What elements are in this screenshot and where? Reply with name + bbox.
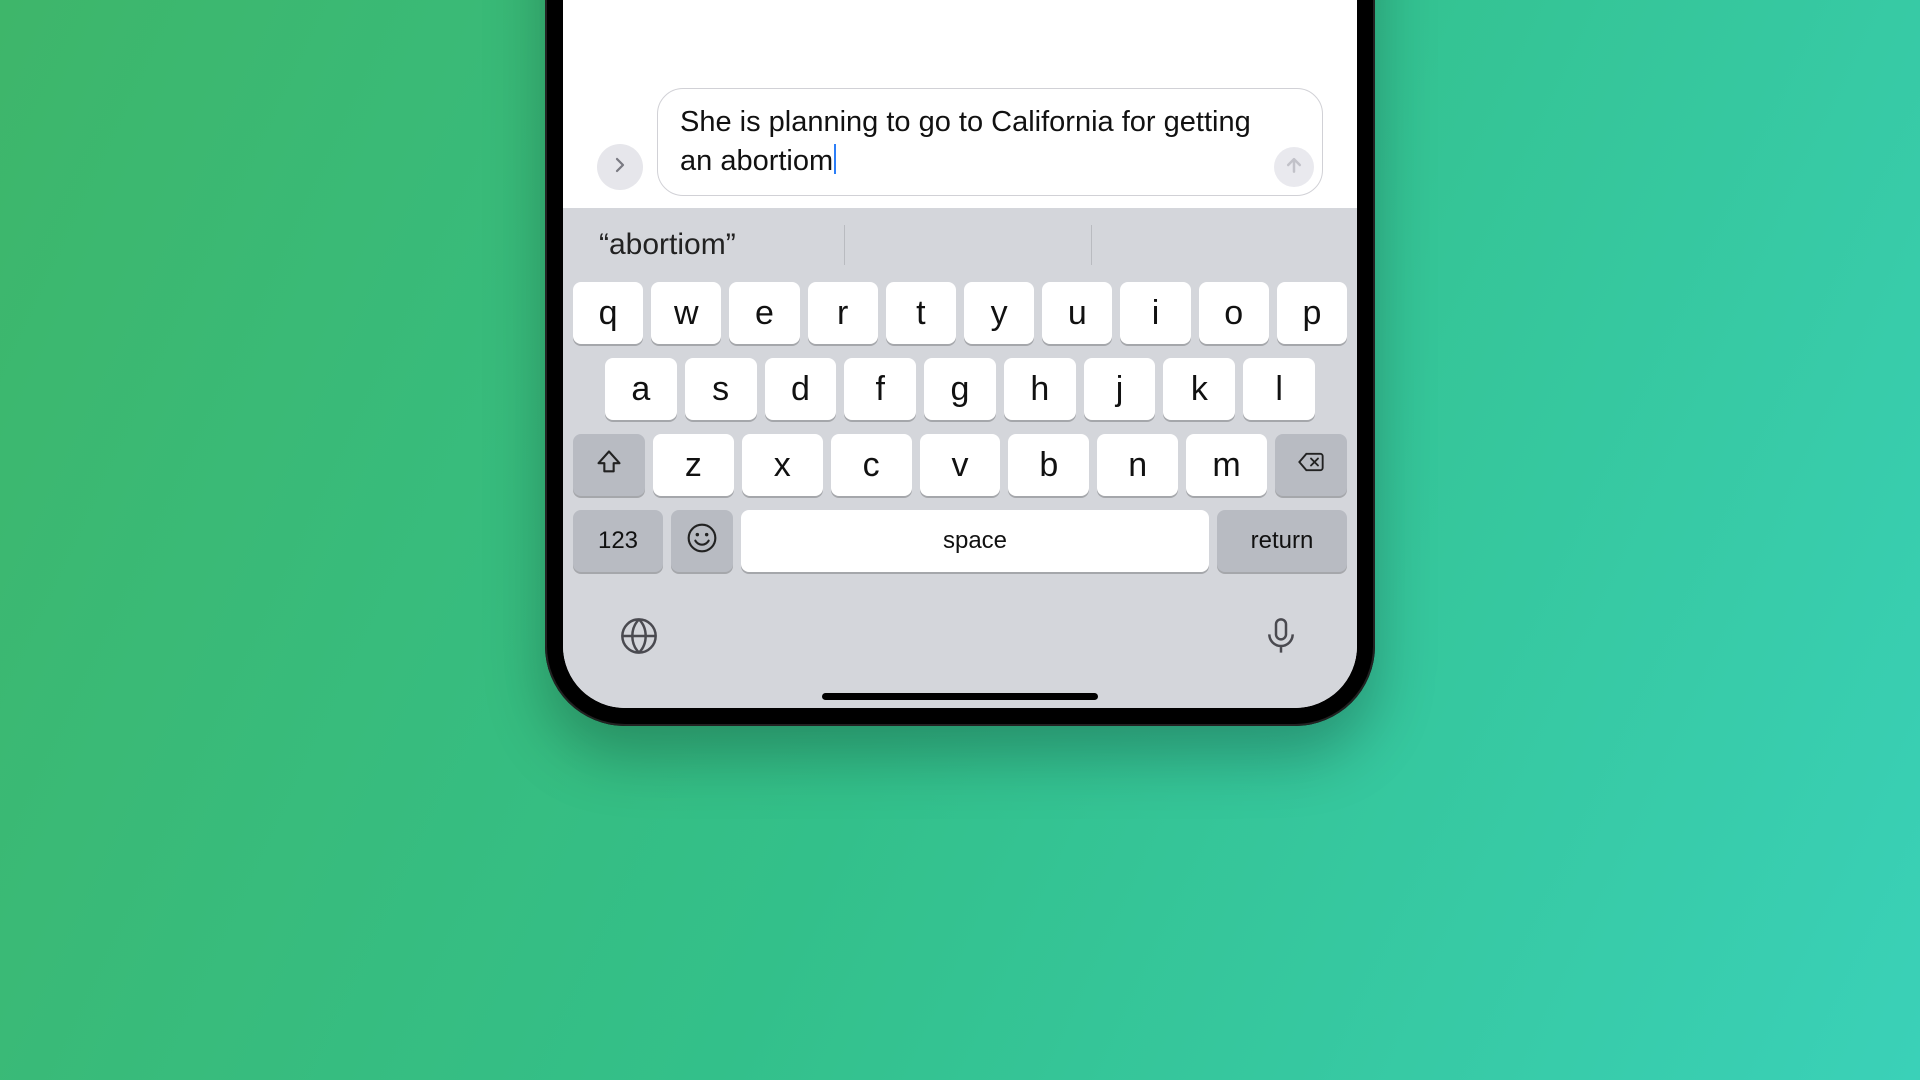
compose-row: She is planning to go to California for … — [597, 88, 1323, 196]
key-d[interactable]: d — [765, 358, 837, 420]
microphone-icon — [1261, 643, 1301, 660]
shift-icon — [595, 446, 623, 485]
key-f[interactable]: f — [844, 358, 916, 420]
key-s[interactable]: s — [685, 358, 757, 420]
text-cursor — [834, 144, 836, 174]
key-p[interactable]: p — [1277, 282, 1347, 344]
key-x[interactable]: x — [742, 434, 823, 496]
key-r[interactable]: r — [808, 282, 878, 344]
suggestion-1[interactable]: “abortiom” — [583, 228, 844, 262]
numbers-key[interactable]: 123 — [573, 510, 663, 572]
keyboard-row-2: asdfghjkl — [573, 358, 1347, 420]
emoji-key[interactable] — [671, 510, 733, 572]
expand-button[interactable] — [597, 144, 643, 190]
key-g[interactable]: g — [924, 358, 996, 420]
keyboard-row-bottom: 123 space return — [573, 510, 1347, 572]
key-o[interactable]: o — [1199, 282, 1269, 344]
key-h[interactable]: h — [1004, 358, 1076, 420]
keyboard: “abortiom” qwertyuiop asdfghjkl zxcvbnm — [563, 208, 1357, 708]
key-t[interactable]: t — [886, 282, 956, 344]
key-q[interactable]: q — [573, 282, 643, 344]
globe-icon — [619, 643, 659, 660]
key-z[interactable]: z — [653, 434, 734, 496]
globe-button[interactable] — [619, 616, 659, 661]
chevron-right-icon — [611, 156, 629, 179]
key-l[interactable]: l — [1243, 358, 1315, 420]
suggestion-bar: “abortiom” — [563, 208, 1357, 282]
key-rows: qwertyuiop asdfghjkl zxcvbnm — [563, 282, 1357, 596]
key-m[interactable]: m — [1186, 434, 1267, 496]
home-indicator[interactable] — [822, 693, 1098, 700]
phone-frame: She is planning to go to California for … — [545, 0, 1375, 726]
keyboard-row-1: qwertyuiop — [573, 282, 1347, 344]
keyboard-row-3-letters: zxcvbnm — [653, 434, 1267, 496]
keyboard-toolbar — [563, 596, 1357, 690]
arrow-up-icon — [1284, 147, 1304, 186]
return-key[interactable]: return — [1217, 510, 1347, 572]
chat-area: She is planning to go to California for … — [563, 0, 1357, 208]
keyboard-row-3: zxcvbnm — [573, 434, 1347, 496]
key-v[interactable]: v — [920, 434, 1001, 496]
key-n[interactable]: n — [1097, 434, 1178, 496]
key-u[interactable]: u — [1042, 282, 1112, 344]
space-key[interactable]: space — [741, 510, 1209, 572]
dictation-button[interactable] — [1261, 616, 1301, 661]
key-b[interactable]: b — [1008, 434, 1089, 496]
backspace-icon — [1297, 446, 1325, 485]
key-a[interactable]: a — [605, 358, 677, 420]
divider — [1091, 225, 1092, 265]
message-text: She is planning to go to California for … — [680, 106, 1251, 177]
message-input[interactable]: She is planning to go to California for … — [657, 88, 1323, 196]
shift-key[interactable] — [573, 434, 645, 496]
key-e[interactable]: e — [729, 282, 799, 344]
divider — [844, 225, 845, 265]
backspace-key[interactable] — [1275, 434, 1347, 496]
key-k[interactable]: k — [1163, 358, 1235, 420]
key-j[interactable]: j — [1084, 358, 1156, 420]
emoji-icon — [686, 522, 718, 561]
phone-screen: She is planning to go to California for … — [563, 0, 1357, 708]
key-i[interactable]: i — [1120, 282, 1190, 344]
key-c[interactable]: c — [831, 434, 912, 496]
key-y[interactable]: y — [964, 282, 1034, 344]
send-button[interactable] — [1274, 147, 1314, 187]
key-w[interactable]: w — [651, 282, 721, 344]
